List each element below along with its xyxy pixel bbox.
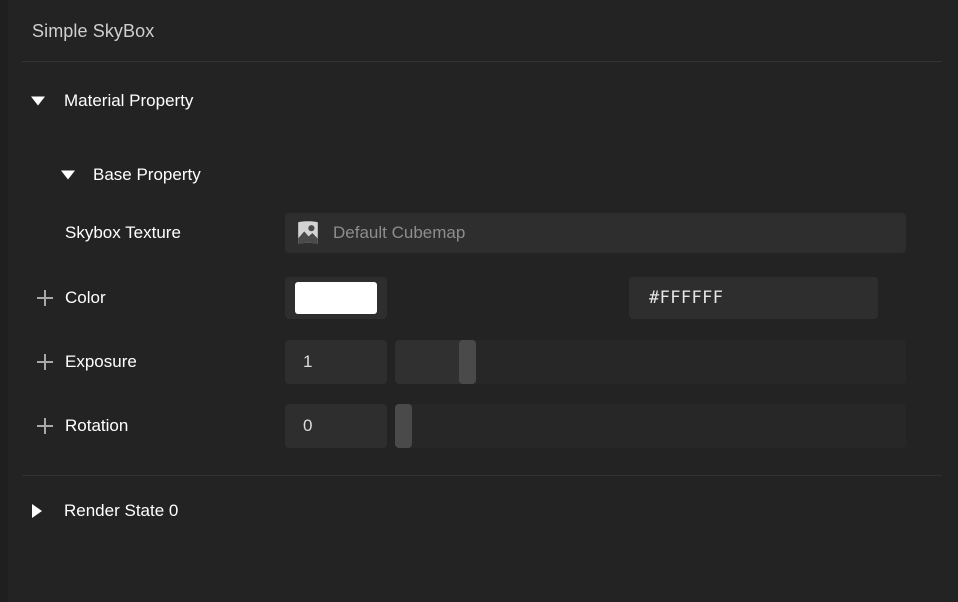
header-divider [22, 61, 942, 62]
section-base-property-label: Base Property [93, 165, 201, 184]
rotation-number-input[interactable]: 0 [285, 404, 387, 448]
plus-icon[interactable] [37, 354, 53, 370]
skybox-texture-label: Skybox Texture [65, 223, 181, 242]
section-render-state-0[interactable]: Render State 0 [0, 489, 958, 533]
triangle-down-icon[interactable] [61, 170, 75, 180]
color-swatch[interactable] [295, 282, 377, 314]
rotation-slider-handle[interactable] [395, 404, 412, 448]
section-render-state-0-label: Render State 0 [64, 501, 179, 520]
panel-header: Simple SkyBox [0, 0, 958, 62]
exposure-label: Exposure [65, 352, 137, 371]
material-inspector-panel: Simple SkyBox Material Property Base Pro… [0, 0, 958, 602]
skybox-texture-value: Default Cubemap [333, 223, 466, 242]
color-swatch-button[interactable] [285, 277, 387, 319]
rotation-value: 0 [303, 416, 313, 435]
plus-icon[interactable] [37, 290, 53, 306]
section-material-property-label: Material Property [64, 91, 194, 110]
render-state-divider [22, 475, 942, 476]
section-base-property[interactable]: Base Property [0, 153, 958, 197]
row-exposure: Exposure 1 [0, 340, 958, 384]
rotation-label: Rotation [65, 416, 129, 435]
row-color: Color #FFFFFF [0, 276, 958, 320]
exposure-slider[interactable] [395, 340, 906, 384]
row-skybox-texture: Skybox Texture Default Cubemap [0, 211, 958, 255]
exposure-slider-handle[interactable] [459, 340, 476, 384]
image-asset-icon [298, 221, 318, 244]
exposure-number-input[interactable]: 1 [285, 340, 387, 384]
triangle-right-icon[interactable] [32, 504, 42, 518]
section-material-property[interactable]: Material Property [0, 79, 958, 123]
row-rotation: Rotation 0 [0, 404, 958, 448]
page-title: Simple SkyBox [32, 21, 155, 41]
triangle-down-icon[interactable] [31, 96, 45, 106]
plus-icon[interactable] [37, 418, 53, 434]
exposure-slider-fill [395, 340, 468, 384]
color-hex-value: #FFFFFF [649, 288, 724, 308]
color-label: Color [65, 288, 106, 307]
rotation-slider[interactable] [395, 404, 906, 448]
exposure-value: 1 [303, 352, 313, 371]
skybox-texture-field[interactable]: Default Cubemap [285, 213, 906, 253]
color-hex-input[interactable]: #FFFFFF [629, 277, 878, 319]
